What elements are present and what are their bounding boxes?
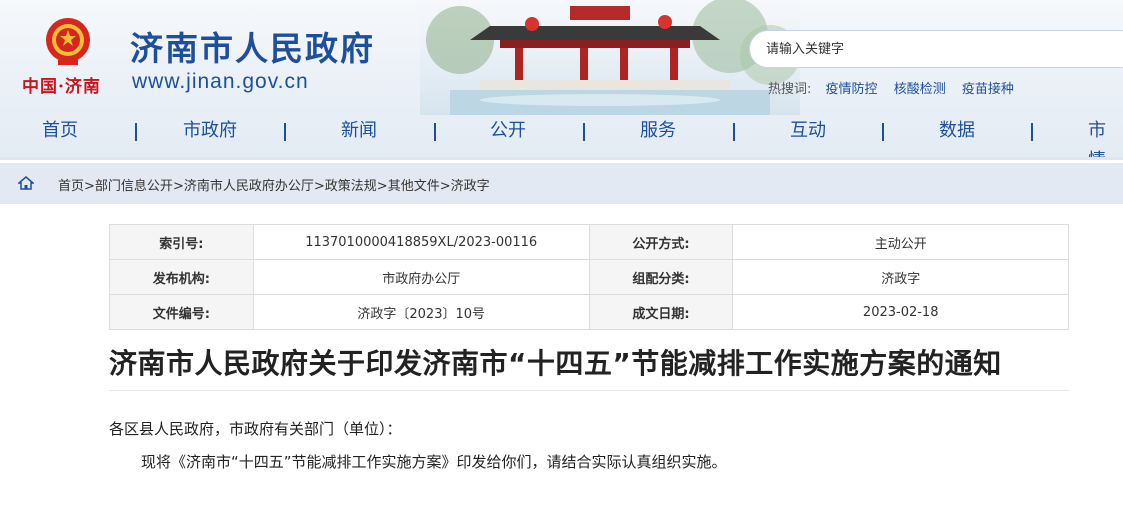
publisher-value: 市政府办公厅: [252, 259, 590, 295]
nav-data[interactable]: 数据: [939, 116, 975, 146]
nav-separator: [284, 123, 286, 141]
breadcrumb-separator: >: [376, 179, 388, 194]
national-emblem-icon: [46, 18, 90, 65]
breadcrumb-item[interactable]: 其他文件: [388, 179, 440, 194]
search-input[interactable]: [749, 30, 1123, 68]
title-divider: [109, 390, 1069, 391]
written-date-value: 2023-02-18: [732, 294, 1069, 330]
site-url: www.jinan.gov.cn: [132, 70, 309, 93]
index-value: 1137010000418859XL/2023-00116: [252, 224, 590, 260]
hot-link-epidemic[interactable]: 疫情防控: [826, 82, 878, 97]
hot-link-vaccine[interactable]: 疫苗接种: [962, 82, 1014, 97]
breadcrumb: 首页>部门信息公开>济南市人民政府办公厅>政策法规>其他文件>济政字: [0, 163, 1123, 204]
breadcrumb-item[interactable]: 首页: [58, 179, 84, 194]
document-body: 现将《济南市“十四五”节能减排工作实施方案》印发给你们，请结合实际认真组织实施。: [141, 453, 727, 471]
doc-number-label: 文件编号:: [109, 294, 254, 330]
hot-search-label: 热搜词:: [768, 82, 812, 97]
nav-separator: [434, 123, 436, 141]
hot-link-nucleic-test[interactable]: 核酸检测: [894, 82, 946, 97]
breadcrumb-separator: >: [439, 179, 451, 194]
document-title: 济南市人民政府关于印发济南市“十四五”节能减排工作实施方案的通知: [109, 347, 1002, 380]
nav-service[interactable]: 服务: [640, 116, 676, 146]
home-icon[interactable]: [18, 176, 34, 190]
breadcrumb-separator: >: [172, 179, 184, 194]
nav-separator: [135, 123, 137, 141]
breadcrumb-separator: >: [313, 179, 325, 194]
doc-number-value: 济政字〔2023〕10号: [252, 294, 590, 330]
disclosure-value: 主动公开: [732, 224, 1069, 260]
nav-news[interactable]: 新闻: [341, 116, 377, 146]
breadcrumb-item[interactable]: 济南市人民政府办公厅: [184, 179, 314, 194]
nav-separator: [1031, 123, 1033, 141]
site-header: 中国·济南 济南市人民政府 www.jinan.gov.cn 请输入关键字 热搜…: [0, 0, 1123, 160]
breadcrumb-item[interactable]: 济政字: [451, 179, 490, 194]
nav-open[interactable]: 公开: [490, 116, 526, 146]
nav-government[interactable]: 市政府: [183, 116, 237, 146]
hot-search: 热搜词: 疫情防控 核酸检测 疫苗接种: [768, 78, 1026, 97]
nav-separator: [583, 123, 585, 141]
table-row: 索引号: 1137010000418859XL/2023-00116 公开方式:…: [109, 224, 1069, 260]
nav-city[interactable]: 市情: [1088, 116, 1123, 160]
nav-separator: [882, 123, 884, 141]
site-title[interactable]: 济南市人民政府: [130, 22, 375, 70]
table-row: 发布机构: 市政府办公厅 组配分类: 济政字: [109, 259, 1069, 295]
breadcrumb-item[interactable]: 政策法规: [325, 179, 377, 194]
table-row: 文件编号: 济政字〔2023〕10号 成文日期: 2023-02-18: [109, 294, 1069, 330]
breadcrumb-separator: >: [84, 179, 95, 194]
nav-home[interactable]: 首页: [42, 116, 78, 146]
main-nav: 首页 市政府 新闻 公开 服务 互动 数据 市情: [0, 116, 1123, 160]
index-label: 索引号:: [109, 224, 254, 260]
breadcrumb-item[interactable]: 部门信息公开: [95, 179, 173, 194]
nav-separator: [733, 123, 735, 141]
logo-text: 中国·济南: [22, 77, 101, 97]
document-salutation: 各区县人民政府，市政府有关部门（单位）：: [109, 420, 402, 438]
publisher-label: 发布机构:: [109, 259, 254, 295]
nav-interact[interactable]: 互动: [790, 116, 826, 146]
breadcrumb-trail: 首页>部门信息公开>济南市人民政府办公厅>政策法规>其他文件>济政字: [58, 175, 490, 194]
disclosure-label: 公开方式:: [588, 224, 734, 260]
document-info-table: 索引号: 1137010000418859XL/2023-00116 公开方式:…: [109, 224, 1069, 330]
pavilion-banner-image: [420, 0, 800, 115]
category-label: 组配分类:: [588, 259, 734, 295]
category-value: 济政字: [732, 259, 1069, 295]
written-date-label: 成文日期:: [588, 294, 734, 330]
